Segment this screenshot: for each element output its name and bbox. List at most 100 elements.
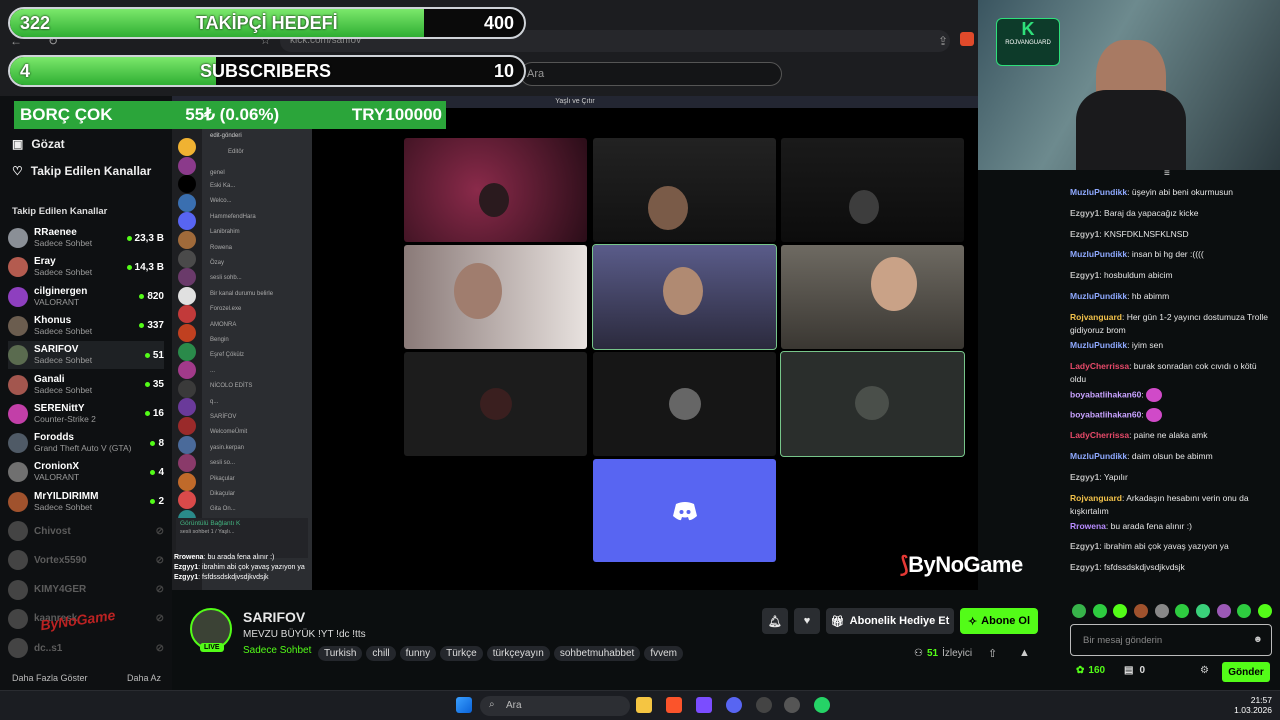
- sidebar-channel-item[interactable]: Ganali Sadece Sohbet 35: [8, 371, 164, 399]
- discord-member-item[interactable]: yasin.kerpan: [210, 442, 306, 454]
- emote-icon[interactable]: [1175, 604, 1190, 618]
- sidebar-channel-item[interactable]: MrYILDIRIMM Sadece Sohbet 2: [8, 488, 164, 516]
- discord-server-icon[interactable]: [178, 324, 196, 342]
- chat-username[interactable]: boyabatlihakan60: [1070, 389, 1141, 399]
- chat-username[interactable]: Ezgyy1: [1070, 270, 1099, 280]
- emote-icon[interactable]: [1195, 604, 1210, 618]
- discord-server-icon[interactable]: [178, 138, 196, 156]
- discord-member-item[interactable]: Özay: [210, 257, 306, 269]
- discord-member-item[interactable]: NİCOLO EDİTS: [210, 380, 306, 392]
- emote-icon[interactable]: [1092, 604, 1107, 618]
- chat-settings-icon[interactable]: ⚙: [1200, 665, 1209, 676]
- emote-icon[interactable]: [1237, 604, 1252, 618]
- file-explorer-icon[interactable]: [636, 697, 652, 713]
- whatsapp-icon[interactable]: [814, 697, 830, 713]
- sidebar-channel-item[interactable]: RRaenee Sadece Sohbet 23,3 B: [8, 224, 164, 252]
- discord-member-item[interactable]: Eski Ka...: [210, 180, 306, 192]
- sidebar-channel-item[interactable]: cilginergen VALORANT 820: [8, 283, 164, 311]
- sidebar-channel-item[interactable]: Forodds Grand Theft Auto V (GTA) 8: [8, 429, 164, 457]
- discord-member-item[interactable]: Rowena: [210, 242, 306, 254]
- stream-tag[interactable]: türkçeyayın: [486, 646, 550, 661]
- emote-icon[interactable]: [1257, 604, 1272, 618]
- discord-server-icon[interactable]: [178, 193, 196, 212]
- chat-username[interactable]: Ezgyy1: [1070, 562, 1099, 572]
- chat-username[interactable]: Ezgyy1: [1070, 472, 1099, 482]
- stream-tag[interactable]: Turkish: [318, 646, 363, 661]
- discord-member-item[interactable]: ...: [210, 365, 306, 377]
- share-icon[interactable]: ⇧: [988, 647, 997, 660]
- emote-icon[interactable]: [1113, 604, 1128, 618]
- discord-server-icon[interactable]: [178, 342, 196, 361]
- chat-username[interactable]: LadyCherrissa: [1070, 430, 1129, 440]
- chat-username[interactable]: Ezgyy1: [1070, 208, 1099, 218]
- chat-username[interactable]: boyabatlihakan60: [1070, 410, 1141, 420]
- discord-member-item[interactable]: HammefendHara: [210, 211, 306, 223]
- sidebar-channel-item[interactable]: SARIFOV Sadece Sohbet 51: [8, 341, 164, 370]
- gift-subscription-button[interactable]: 🎁︎ Abonelik Hediye Et: [826, 608, 954, 634]
- discord-server-icon[interactable]: [178, 435, 196, 454]
- discord-member-item[interactable]: Eşref Çökülz: [210, 349, 306, 361]
- discord-server-icon[interactable]: [178, 231, 196, 249]
- notification-bell-button[interactable]: 🔔︎: [762, 608, 788, 634]
- chest-counter[interactable]: ▤ 0: [1124, 665, 1145, 676]
- report-icon[interactable]: ▲: [1019, 647, 1030, 659]
- discord-member-item[interactable]: SARİFOV: [210, 411, 306, 423]
- send-button[interactable]: Gönder: [1222, 662, 1270, 682]
- discord-member-item[interactable]: sesli so...: [210, 457, 306, 469]
- discord-member-item[interactable]: Pikaçular: [210, 473, 306, 485]
- emote-icon[interactable]: [1216, 604, 1231, 618]
- search-input[interactable]: Ara: [520, 62, 782, 86]
- emote-icon[interactable]: [1133, 604, 1148, 618]
- discord-member-item[interactable]: sesli sohb...: [210, 272, 306, 284]
- nav-browse[interactable]: ▣ Gözat: [12, 137, 65, 151]
- discord-server-icon[interactable]: [178, 156, 196, 175]
- emote-icon[interactable]: [1154, 604, 1169, 618]
- channel-name[interactable]: SARIFOV: [243, 609, 305, 625]
- discord-member-item[interactable]: Gita On...: [210, 503, 306, 515]
- stream-category[interactable]: Sadece Sohbet: [243, 645, 311, 656]
- discord-member-item[interactable]: WelcomeÜmit: [210, 426, 306, 438]
- show-more-link[interactable]: Daha Fazla Göster: [12, 673, 88, 683]
- stream-tag[interactable]: Türkçe: [440, 646, 483, 661]
- brave-browser-icon[interactable]: [666, 697, 682, 713]
- discord-member-item[interactable]: Lanibrahim: [210, 226, 306, 238]
- sidebar-channel-item[interactable]: Eray Sadece Sohbet 14,3 B: [8, 253, 164, 281]
- sidebar-channel-item[interactable]: CronionX VALORANT 4: [8, 458, 164, 486]
- chat-username[interactable]: MuzluPundikk: [1070, 291, 1127, 301]
- chat-username[interactable]: MuzluPundikk: [1070, 451, 1127, 461]
- emoji-icon[interactable]: ☻: [1253, 634, 1263, 645]
- discord-member-item[interactable]: q...: [210, 396, 306, 408]
- sidebar-channel-item[interactable]: Chivost ⊘: [8, 517, 164, 545]
- discord-server-icon[interactable]: [178, 417, 196, 435]
- sidebar-channel-item[interactable]: SERENittY Counter-Strike 2 16: [8, 400, 164, 428]
- channel-points[interactable]: ✿ 160: [1076, 665, 1105, 676]
- chat-username[interactable]: LadyCherrissa: [1070, 361, 1129, 371]
- chat-username[interactable]: MuzluPundikk: [1070, 187, 1127, 197]
- subscribe-button[interactable]: ✧ Abone Ol: [960, 608, 1038, 634]
- windows-start-icon[interactable]: [456, 697, 472, 713]
- show-less-link[interactable]: Daha Az: [127, 673, 161, 683]
- chat-username[interactable]: Rojvanguard: [1070, 493, 1122, 503]
- nav-following[interactable]: ♡ Takip Edilen Kanallar: [12, 164, 151, 178]
- discord-member-item[interactable]: Welco...: [210, 195, 306, 207]
- chat-collapse-icon[interactable]: ≡: [1164, 168, 1170, 179]
- obs-icon[interactable]: [756, 697, 772, 713]
- chat-username[interactable]: Rrowena: [1070, 521, 1106, 531]
- app-icon[interactable]: [784, 697, 800, 713]
- chat-username[interactable]: MuzluPundikk: [1070, 340, 1127, 350]
- discord-server-icon[interactable]: [178, 379, 196, 398]
- stream-tag[interactable]: chill: [366, 646, 396, 661]
- stream-tag[interactable]: sohbetmuhabbet: [553, 646, 641, 661]
- share-icon[interactable]: ⇪: [938, 34, 948, 48]
- stream-tag[interactable]: fvvem: [644, 646, 684, 661]
- chat-username[interactable]: Ezgyy1: [1070, 541, 1099, 551]
- discord-server-icon[interactable]: [178, 249, 196, 268]
- discord-member-item[interactable]: Forozel.exe: [210, 303, 306, 315]
- chat-input[interactable]: Bir mesaj gönderin ☻: [1070, 624, 1272, 656]
- sidebar-channel-item[interactable]: KIMY4GER ⊘: [8, 576, 164, 604]
- sidebar-channel-item[interactable]: Vortex5590 ⊘: [8, 546, 164, 574]
- taskbar-search[interactable]: ⌕ Ara: [480, 696, 630, 716]
- stream-tag[interactable]: funny: [399, 646, 437, 661]
- chat-username[interactable]: Ezgyy1: [1070, 229, 1099, 239]
- brave-shield-icon[interactable]: [960, 32, 974, 46]
